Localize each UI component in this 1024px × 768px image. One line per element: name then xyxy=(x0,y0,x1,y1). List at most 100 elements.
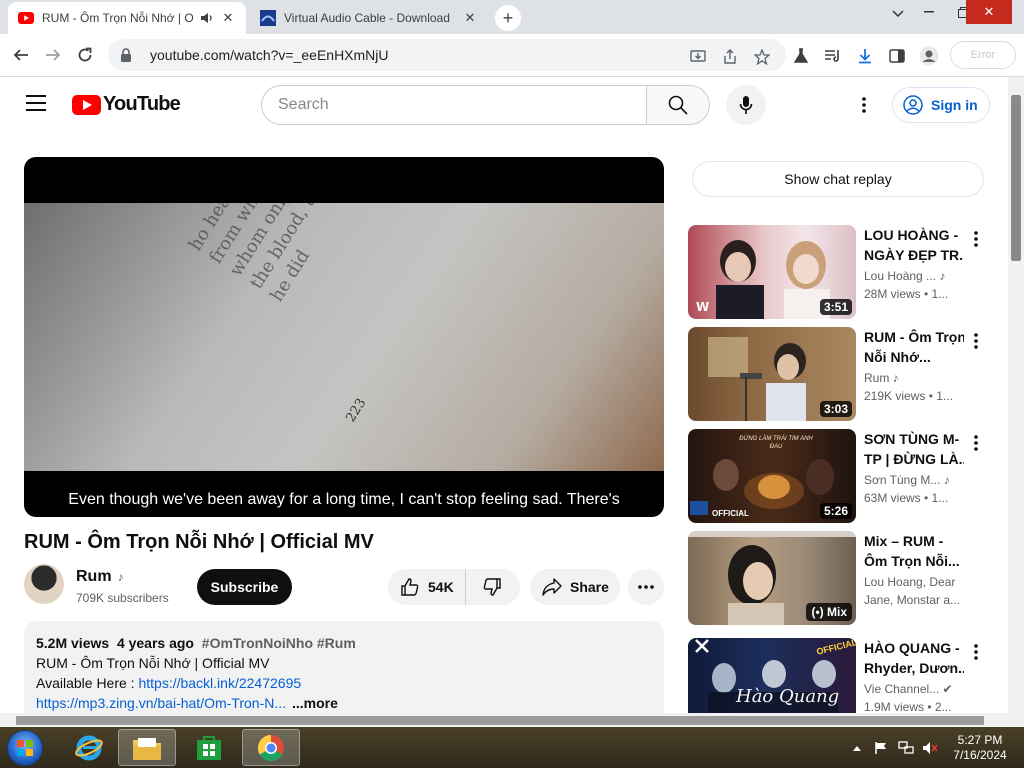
like-button[interactable]: 54K xyxy=(388,569,466,605)
hashtags[interactable]: #OmTronNoiNho #Rum xyxy=(202,635,356,651)
action-menu-icon[interactable] xyxy=(968,642,984,662)
labs-flask-icon[interactable] xyxy=(790,45,812,67)
channel-name-link[interactable]: Rum ♪ xyxy=(76,568,124,586)
recommended-video[interactable]: ĐỪNG LÀM TRÁI TIM ANH ĐAU OFFICIAL 5:26 … xyxy=(688,429,998,523)
channel-avatar[interactable] xyxy=(24,564,64,604)
action-center-flag-icon[interactable] xyxy=(874,727,888,768)
settings-more-icon[interactable] xyxy=(852,93,876,117)
channel-name[interactable]: Sơn Tùng M... ♪ xyxy=(864,473,964,487)
menu-icon[interactable] xyxy=(26,95,46,111)
close-tab-icon[interactable]: ✕ xyxy=(220,10,236,26)
forward-icon[interactable] xyxy=(40,42,66,68)
more-actions-button[interactable] xyxy=(628,569,664,605)
account-circle-icon xyxy=(903,95,923,115)
windows-taskbar: 5:27 PM 7/16/2024 xyxy=(0,727,1024,768)
video-title: Mix – RUM - Ôm Trọn Nỗi... xyxy=(864,533,960,569)
voice-search-button[interactable] xyxy=(726,85,766,125)
install-app-icon[interactable] xyxy=(688,47,708,67)
downloads-icon[interactable] xyxy=(854,45,876,67)
profile-error-button[interactable]: Error xyxy=(950,41,1016,69)
show-more-button[interactable]: ...more xyxy=(292,695,338,711)
network-icon[interactable] xyxy=(898,727,914,768)
youtube-logo[interactable]: YouTube xyxy=(72,93,181,116)
sign-in-button[interactable]: Sign in xyxy=(892,87,990,123)
channel-name[interactable]: Vie Channel... ✔ xyxy=(864,682,964,696)
tab-title: Virtual Audio Cable - Download xyxy=(284,11,450,25)
share-page-icon[interactable] xyxy=(720,47,740,67)
book-page-text: ho hear from which whom only as the bloo… xyxy=(184,203,336,306)
close-tab-icon[interactable]: ✕ xyxy=(462,10,478,26)
horizontal-scroll-thumb[interactable] xyxy=(16,716,984,725)
video-player[interactable]: ho hear from which whom only as the bloo… xyxy=(24,157,664,517)
video-thumbnail[interactable]: W 3:51 xyxy=(688,225,856,319)
new-tab-button[interactable]: + xyxy=(495,5,521,31)
book-page-number: 223 xyxy=(343,395,370,426)
video-duration: 3:51 xyxy=(819,299,852,315)
show-hidden-icons[interactable] xyxy=(852,727,862,768)
video-thumbnail[interactable]: ĐỪNG LÀM TRÁI TIM ANH ĐAU OFFICIAL 5:26 xyxy=(688,429,856,523)
show-chat-replay-button[interactable]: Show chat replay xyxy=(692,161,984,197)
like-dislike-group: 54K xyxy=(388,569,520,605)
channel-name[interactable]: Lou Hoàng ... ♪ xyxy=(864,269,964,283)
description-line-2: Available Here : https://backl.ink/22472… xyxy=(36,673,652,693)
zing-link[interactable]: https://mp3.zing.vn/bai-hat/Om-Tron-N... xyxy=(36,695,286,711)
tab-virtual-audio-cable[interactable]: Virtual Audio Cable - Download ✕ xyxy=(250,2,488,34)
volume-muted-icon[interactable] xyxy=(922,727,938,768)
video-frame: ho hear from which whom only as the bloo… xyxy=(24,203,664,471)
minimize-icon[interactable] xyxy=(914,0,944,24)
channel-name[interactable]: Rum ♪ xyxy=(864,371,964,385)
search-button[interactable] xyxy=(646,85,710,125)
vertical-scrollbar[interactable] xyxy=(1008,77,1024,713)
thumbnail-overlay-text: ĐỪNG LÀM TRÁI TIM ANH ĐAU xyxy=(739,436,813,450)
youtube-masthead: YouTube Sign in xyxy=(0,77,1008,133)
action-menu-icon[interactable] xyxy=(968,331,984,351)
chrome-icon[interactable] xyxy=(242,729,300,766)
recommended-mix[interactable]: (•) Mix Mix – RUM - Ôm Trọn Nỗi... Lou Ho… xyxy=(688,531,998,625)
back-icon[interactable] xyxy=(8,42,34,68)
share-label: Share xyxy=(570,579,609,595)
horizontal-scrollbar[interactable] xyxy=(0,713,1024,727)
video-thumbnail[interactable]: Hào Quang OFFICIAL xyxy=(688,638,856,713)
share-button[interactable]: Share xyxy=(530,569,620,605)
profile-avatar-icon[interactable] xyxy=(918,45,940,67)
internet-explorer-icon[interactable] xyxy=(60,729,118,766)
video-description[interactable]: 5.2M views 4 years ago #OmTronNoiNho #Ru… xyxy=(24,621,664,713)
recommended-video[interactable]: W 3:51 LOU HOÀNG - NGÀY ĐẸP TR... Lou Hoà… xyxy=(688,225,998,319)
vertical-scroll-thumb[interactable] xyxy=(1011,95,1021,261)
system-clock[interactable]: 5:27 PM 7/16/2024 xyxy=(944,733,1016,763)
channel-name: Rum xyxy=(76,568,112,585)
dislike-button[interactable] xyxy=(466,577,518,597)
browser-toolbar: youtube.com/watch?v=_eeEnHXmNjU Error xyxy=(0,34,1024,77)
bookmark-star-icon[interactable] xyxy=(752,47,772,67)
video-thumbnail[interactable]: (•) Mix xyxy=(688,531,856,625)
speaker-icon[interactable] xyxy=(200,12,214,24)
windows-start-icon[interactable] xyxy=(7,730,43,766)
youtube-play-icon xyxy=(72,94,101,115)
backlink-link[interactable]: https://backl.ink/22472695 xyxy=(138,675,301,691)
clock-time: 5:27 PM xyxy=(957,733,1003,747)
file-explorer-icon[interactable] xyxy=(118,729,176,766)
store-icon[interactable] xyxy=(180,729,238,766)
chevron-down-icon[interactable] xyxy=(886,2,910,26)
tab-youtube-video[interactable]: RUM - Ôm Trọn Nỗi Nhớ | O ✕ xyxy=(8,2,246,34)
side-panel-icon[interactable] xyxy=(886,45,908,67)
action-menu-icon[interactable] xyxy=(968,229,984,249)
description-line-3: https://mp3.zing.vn/bai-hat/Om-Tron-N...… xyxy=(36,693,652,713)
recommended-video[interactable]: Hào Quang OFFICIAL HÀO QUANG - Rhyder, Dư… xyxy=(688,638,998,713)
description-line-1: RUM - Ôm Trọn Nỗi Nhớ | Official MV xyxy=(36,655,270,671)
video-meta: 1.9M views • 2... xyxy=(864,700,952,713)
close-icon[interactable]: ✕ xyxy=(966,0,1012,24)
media-queue-icon[interactable] xyxy=(822,45,844,67)
browser-tab-strip: RUM - Ôm Trọn Nỗi Nhớ | O ✕ Virtual Audi… xyxy=(0,0,1024,34)
search-box xyxy=(261,85,647,125)
recommended-video[interactable]: 3:03 RUM - Ôm Trọn Nỗi Nhớ... Rum ♪ 219K … xyxy=(688,327,998,421)
youtube-icon xyxy=(18,10,34,26)
verified-check-icon: ✔ xyxy=(942,682,953,696)
lock-icon[interactable] xyxy=(120,48,136,62)
address-bar[interactable]: youtube.com/watch?v=_eeEnHXmNjU xyxy=(108,39,786,71)
subscribe-button[interactable]: Subscribe xyxy=(197,569,292,605)
search-input[interactable] xyxy=(278,96,646,114)
action-menu-icon[interactable] xyxy=(968,433,984,453)
reload-icon[interactable] xyxy=(72,42,98,68)
video-thumbnail[interactable]: 3:03 xyxy=(688,327,856,421)
